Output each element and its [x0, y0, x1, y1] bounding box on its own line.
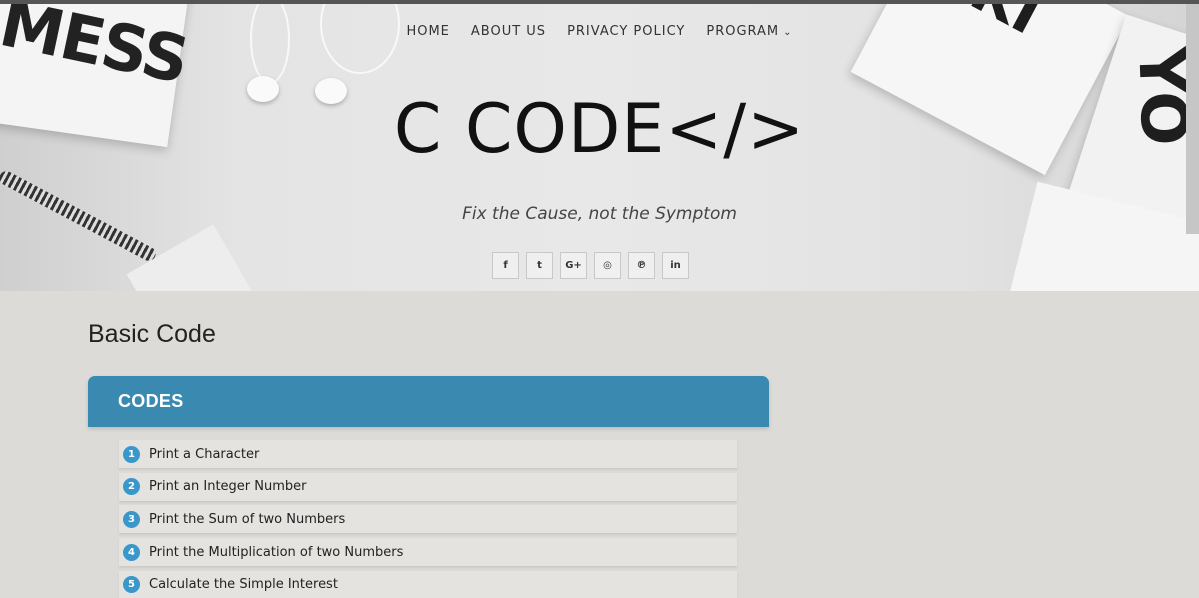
nav-privacy-policy[interactable]: PRIVACY POLICY — [567, 24, 685, 39]
codes-list: 1 Print a Character 2 Print an Integer N… — [119, 440, 737, 598]
scrollbar-thumb[interactable] — [1186, 4, 1199, 234]
google-plus-icon[interactable]: G+ — [560, 252, 587, 279]
site-tagline: Fix the Cause, not the Symptom — [462, 204, 737, 224]
list-item-label: Calculate the Simple Interest — [149, 577, 338, 593]
chevron-down-icon: ⌄ — [783, 27, 793, 38]
item-number-badge: 1 — [123, 445, 140, 463]
linkedin-icon[interactable]: in — [662, 252, 689, 279]
nav-about-us[interactable]: ABOUT US — [471, 24, 546, 39]
list-item-label: Print the Sum of two Numbers — [149, 511, 346, 527]
list-item[interactable]: 2 Print an Integer Number — [119, 472, 737, 501]
list-item[interactable]: 1 Print a Character — [119, 440, 737, 468]
social-links: f t G+ ◎ ℗ in — [492, 252, 689, 279]
panel-title: CODES — [118, 391, 184, 411]
facebook-icon[interactable]: f — [492, 252, 519, 279]
nav-program[interactable]: PROGRAM ⌄ — [706, 24, 792, 39]
page-title: Basic Code — [88, 320, 216, 348]
item-number-badge: 5 — [123, 576, 140, 594]
list-item[interactable]: 3 Print the Sum of two Numbers — [119, 505, 737, 534]
pinterest-icon[interactable]: ℗ — [628, 252, 655, 279]
list-item-label: Print a Character — [149, 446, 260, 462]
codes-panel-header: CODES — [88, 376, 769, 427]
main-nav: HOME ABOUT US PRIVACY POLICY PROGRAM ⌄ — [0, 24, 1199, 39]
list-item[interactable]: 4 Print the Multiplication of two Number… — [119, 538, 737, 567]
item-number-badge: 2 — [123, 478, 140, 496]
site-logo[interactable]: C CODE</> — [0, 90, 1199, 169]
twitter-icon[interactable]: t — [526, 252, 553, 279]
list-item-label: Print an Integer Number — [149, 479, 307, 495]
nav-program-label: PROGRAM — [706, 24, 780, 39]
item-number-badge: 4 — [123, 543, 140, 561]
instagram-icon[interactable]: ◎ — [594, 252, 621, 279]
hero-banner: MESS KI YO HOME ABOUT US PRIVACY POLICY … — [0, 4, 1199, 291]
nav-home[interactable]: HOME — [406, 24, 449, 39]
item-number-badge: 3 — [123, 510, 140, 528]
decorative-earphone-wire — [320, 4, 400, 74]
list-item-label: Print the Multiplication of two Numbers — [149, 544, 404, 560]
decorative-earphone-wire — [250, 4, 290, 84]
list-item[interactable]: 5 Calculate the Simple Interest — [119, 570, 737, 598]
decorative-card-text: MESS — [0, 4, 194, 99]
